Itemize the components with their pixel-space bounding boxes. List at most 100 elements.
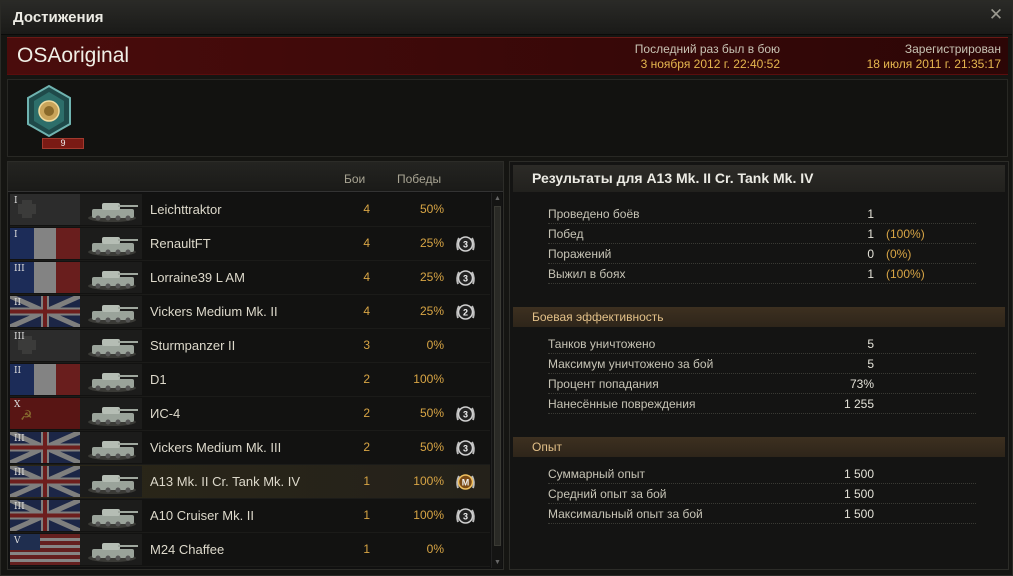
scroll-down-icon[interactable]: ▼: [493, 558, 502, 567]
tank-wins: 100%: [413, 372, 444, 386]
tank-battles: 2: [363, 406, 370, 420]
tank-icon: [88, 339, 138, 358]
stat-label: Средний опыт за бой: [548, 487, 667, 501]
tank-battles: 1: [363, 542, 370, 556]
tank-row[interactable]: I RenaultFT 4 25% 3: [10, 227, 490, 261]
scroll-thumb[interactable]: [494, 206, 501, 546]
scrollbar[interactable]: ▲ ▼: [491, 193, 502, 568]
stat-row: Максимальный опыт за бой 1 500: [548, 504, 976, 524]
nation-flag-icon: [10, 194, 80, 225]
svg-text:2: 2: [463, 308, 468, 318]
last-battle-value: 3 ноября 2012 г. 22:40:52: [640, 57, 780, 71]
medal-icon[interactable]: [26, 84, 72, 138]
tank-icon: [88, 203, 138, 222]
tank-thumbnail: III: [10, 262, 142, 293]
tank-name: A10 Cruiser Mk. II: [150, 508, 255, 523]
tank-battles: 4: [363, 202, 370, 216]
tank-icon: [88, 305, 138, 324]
tank-thumbnail: II: [10, 364, 142, 395]
stat-value: 1 500: [843, 507, 874, 521]
stat-label: Проведено боёв: [548, 207, 640, 221]
efficiency-section-title: Боевая эффективность: [513, 307, 1005, 327]
stat-value: 1 500: [843, 467, 874, 481]
tank-name: RenaultFT: [150, 236, 211, 251]
tank-icon: [88, 441, 138, 460]
stat-value: 1: [867, 227, 874, 241]
tank-name: A13 Mk. II Cr. Tank Mk. IV: [150, 474, 301, 489]
svg-text:☭: ☭: [20, 407, 33, 423]
achievements-window: Достижения ✕ OSAoriginal Последний раз б…: [0, 0, 1013, 576]
tank-list: I Leichttraktor 4 50% I RenaultFT 4 25% 3 III Lorr…: [10, 193, 490, 567]
tank-icon: [88, 237, 138, 256]
stat-row: Максимум уничтожено за бой 5: [548, 354, 976, 374]
last-battle-info: Последний раз был в бою 3 ноября 2012 г.…: [635, 42, 780, 72]
tank-row[interactable]: III A13 Mk. II Cr. Tank Mk. IV 1 100% M: [10, 465, 490, 499]
registered-label: Зарегистрирован: [904, 42, 1001, 56]
tank-name: ИС-4: [150, 406, 181, 421]
tank-thumbnail: V: [10, 534, 142, 565]
tank-wins: 0%: [426, 542, 444, 556]
close-icon[interactable]: ✕: [986, 5, 1006, 25]
mastery-badge-icon: 3: [456, 236, 475, 252]
svg-text:M: M: [462, 478, 470, 488]
column-battles[interactable]: Бои: [344, 172, 365, 186]
tank-icon: [88, 373, 138, 392]
scroll-up-icon[interactable]: ▲: [493, 194, 502, 203]
tank-name: Leichttraktor: [150, 202, 222, 217]
tank-row[interactable]: II Vickers Medium Mk. II 4 25% 2: [10, 295, 490, 329]
tank-name: D1: [150, 372, 167, 387]
column-wins[interactable]: Победы: [397, 172, 441, 186]
stat-row: Процент попадания 73%: [548, 374, 976, 394]
tank-battles: 4: [363, 270, 370, 284]
tank-row[interactable]: III Lorraine39 L AM 4 25% 3: [10, 261, 490, 295]
tank-icon: [88, 509, 138, 528]
mastery-badge-icon: 2: [456, 304, 475, 320]
tank-list-panel: Бои Победы I Leichttraktor 4 50% I RenaultFT 4…: [7, 161, 504, 570]
tank-tier: III: [14, 502, 25, 512]
stat-value: 0: [867, 247, 874, 261]
stat-value: 1: [867, 207, 874, 221]
tank-name: Lorraine39 L AM: [150, 270, 245, 285]
tank-battles: 1: [363, 508, 370, 522]
tank-tier: II: [14, 366, 22, 376]
stat-row: Нанесённые повреждения 1 255: [548, 394, 976, 414]
results-title: Результаты для A13 Mk. II Cr. Tank Mk. I…: [513, 165, 1005, 192]
title-bar: Достижения ✕: [1, 1, 1012, 35]
mastery-badge-icon: 3: [456, 508, 475, 524]
stat-percent: (0%): [886, 247, 912, 261]
registered-info: Зарегистрирован 18 июля 2011 г. 21:35:17: [867, 42, 1001, 72]
medal-count: 9: [42, 138, 84, 149]
tank-name: Vickers Medium Mk. II: [150, 304, 278, 319]
stat-row: Побед 1 (100%): [548, 224, 976, 244]
tank-thumbnail: III: [10, 466, 142, 497]
tank-battles: 3: [363, 338, 370, 352]
stat-label: Поражений: [548, 247, 612, 261]
stat-value: 73%: [849, 377, 874, 391]
tank-wins: 50%: [419, 202, 444, 216]
mastery-badge-icon: 3: [456, 270, 475, 286]
tank-row[interactable]: V M24 Chaffee 1 0%: [10, 533, 490, 567]
stat-row: Поражений 0 (0%): [548, 244, 976, 264]
tank-icon: [88, 475, 138, 494]
registered-value: 18 июля 2011 г. 21:35:17: [866, 57, 1001, 71]
tank-row[interactable]: III Sturmpanzer II 3 0%: [10, 329, 490, 363]
tank-icon: [88, 271, 138, 290]
tank-wins: 25%: [419, 304, 444, 318]
tank-row[interactable]: III Vickers Medium Mk. III 2 50% 3: [10, 431, 490, 465]
tank-row[interactable]: I Leichttraktor 4 50%: [10, 193, 490, 227]
stat-value: 1 255: [843, 397, 874, 411]
tank-row[interactable]: ☭ X ИС-4 2 50% 3: [10, 397, 490, 431]
tank-icon: [88, 407, 138, 426]
tank-wins: 50%: [419, 406, 444, 420]
tank-thumbnail: II: [10, 296, 142, 327]
tank-icon: [88, 543, 138, 562]
tank-tier: III: [14, 434, 25, 444]
tank-battles: 1: [363, 474, 370, 488]
mastery-badge-icon: 3: [456, 406, 475, 422]
svg-text:3: 3: [463, 240, 468, 250]
tank-thumbnail: I: [10, 194, 142, 225]
tank-tier: V: [14, 536, 21, 546]
tank-row[interactable]: II D1 2 100%: [10, 363, 490, 397]
tank-row[interactable]: III A10 Cruiser Mk. II 1 100% 3: [10, 499, 490, 533]
tank-list-header: Бои Победы: [8, 162, 503, 192]
